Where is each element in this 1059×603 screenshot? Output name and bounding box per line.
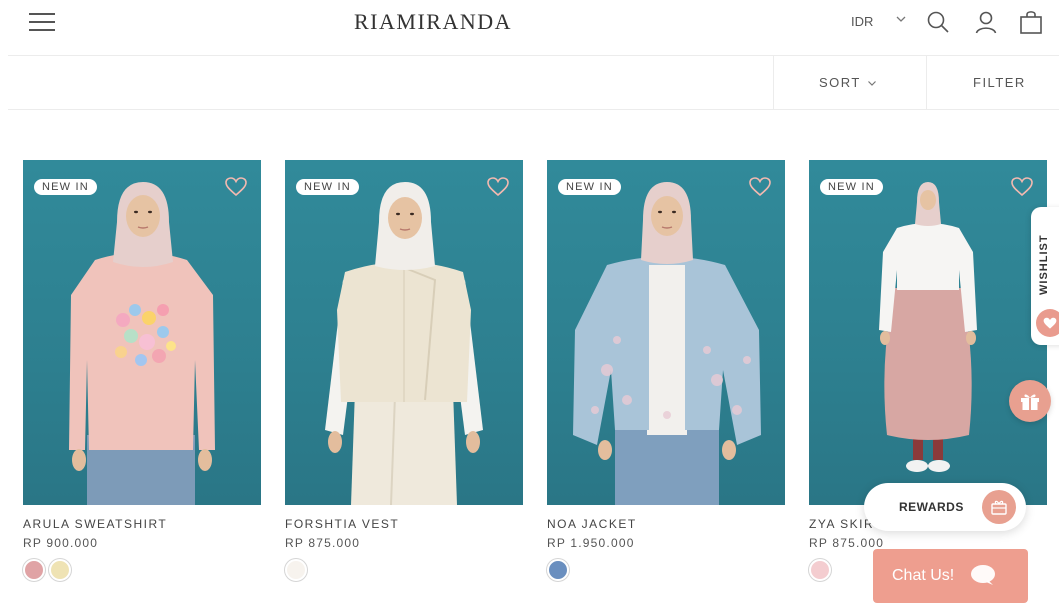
product-card[interactable]: NEW IN ARULA SWEATSHIRT RP 900.000 [23, 160, 261, 581]
gift-icon [1021, 394, 1039, 410]
product-card[interactable]: NEW IN NOA JACKET RP 1.950.000 [547, 160, 785, 581]
product-image[interactable]: NEW IN [809, 160, 1047, 505]
search-icon[interactable] [925, 9, 951, 35]
color-swatch[interactable] [49, 559, 71, 581]
product-title[interactable]: FORSHTIA VEST [285, 517, 523, 531]
rewards-icon [982, 490, 1016, 524]
product-price: RP 1.950.000 [547, 536, 635, 550]
product-price: RP 900.000 [23, 536, 99, 550]
color-swatch[interactable] [809, 559, 831, 581]
wishlist-tab[interactable]: WISHLIST [1031, 207, 1059, 345]
product-image[interactable]: NEW IN [547, 160, 785, 505]
color-swatches [285, 559, 523, 581]
heart-icon[interactable] [749, 177, 771, 197]
heart-icon[interactable] [225, 177, 247, 197]
filter-button[interactable]: FILTER [973, 75, 1026, 90]
new-in-badge: NEW IN [34, 179, 97, 195]
rewards-button[interactable]: REWARDS [864, 483, 1026, 531]
new-in-badge: NEW IN [558, 179, 621, 195]
color-swatches [547, 559, 785, 581]
model-illustration [325, 182, 483, 505]
model-illustration [69, 182, 215, 505]
sort-label: SORT [819, 75, 861, 90]
color-swatches [23, 559, 261, 581]
chat-label: Chat Us! [892, 567, 955, 584]
toolbar-divider [773, 56, 774, 110]
currency-selector[interactable]: IDR [851, 14, 873, 29]
product-price: RP 875.000 [809, 536, 885, 550]
chat-button[interactable]: Chat Us! [873, 549, 1028, 603]
site-logo[interactable]: RIAMIRANDA [354, 9, 512, 35]
model-illustration [879, 182, 977, 472]
new-in-badge: NEW IN [296, 179, 359, 195]
gift-button[interactable] [1009, 380, 1051, 422]
account-icon[interactable] [973, 9, 999, 35]
collection-toolbar: SORT FILTER [8, 55, 1059, 110]
new-in-badge: NEW IN [820, 179, 883, 195]
color-swatch[interactable] [23, 559, 45, 581]
chat-bubble-icon [971, 565, 995, 585]
heart-icon [1036, 309, 1059, 337]
chevron-down-icon[interactable] [895, 13, 907, 25]
wishlist-label: WISHLIST [1038, 234, 1050, 295]
color-swatch[interactable] [285, 559, 307, 581]
menu-icon[interactable] [29, 13, 55, 31]
sort-button[interactable]: SORT [819, 75, 877, 90]
heart-icon[interactable] [1011, 177, 1033, 197]
product-image[interactable]: NEW IN [285, 160, 523, 505]
site-header: RIAMIRANDA IDR [0, 0, 1059, 46]
chevron-down-icon [867, 80, 876, 86]
product-card[interactable]: NEW IN FORSHTIA VEST RP 875.000 [285, 160, 523, 581]
product-image[interactable]: NEW IN [23, 160, 261, 505]
toolbar-divider [926, 56, 927, 110]
model-illustration [573, 182, 761, 505]
color-swatch[interactable] [547, 559, 569, 581]
product-title[interactable]: ARULA SWEATSHIRT [23, 517, 261, 531]
product-price: RP 875.000 [285, 536, 361, 550]
heart-icon[interactable] [487, 177, 509, 197]
rewards-label: REWARDS [899, 500, 964, 514]
product-title[interactable]: NOA JACKET [547, 517, 785, 531]
shopping-bag-icon[interactable] [1018, 9, 1044, 35]
